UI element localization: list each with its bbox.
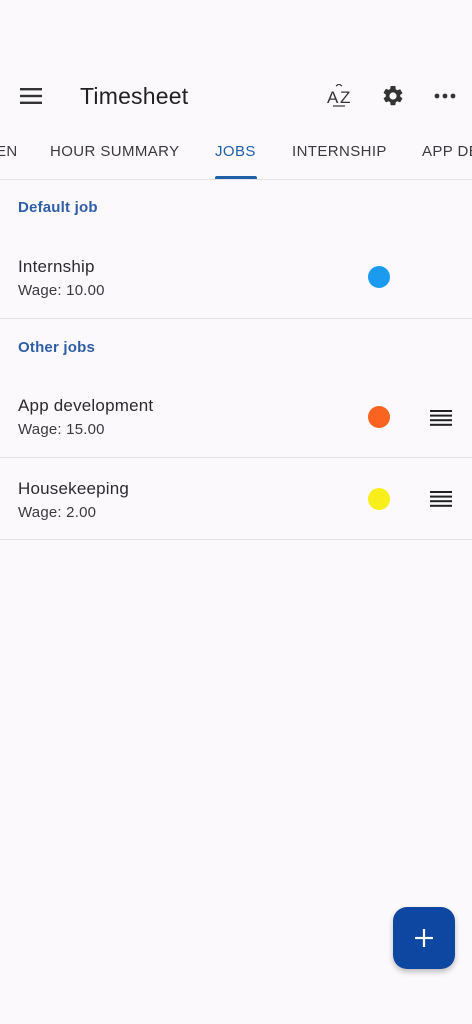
gear-icon xyxy=(383,85,403,106)
menu-icon xyxy=(20,88,42,104)
tab-indicator xyxy=(215,176,257,179)
job-name: App development xyxy=(18,396,154,415)
job-row-app-development[interactable]: App development Wage: 15.00 xyxy=(0,379,472,457)
tab-internship[interactable]: INTERNSHIP xyxy=(292,136,387,180)
more-options-button[interactable] xyxy=(427,78,463,114)
section-header-default-job: Default job xyxy=(18,199,98,216)
status-bar xyxy=(0,0,472,56)
job-color-dot[interactable] xyxy=(368,488,390,510)
menu-button[interactable] xyxy=(16,80,46,112)
job-row-housekeeping[interactable]: Housekeeping Wage: 2.00 xyxy=(0,458,472,539)
drag-handle-icon[interactable] xyxy=(430,491,452,507)
settings-button[interactable] xyxy=(375,78,411,114)
svg-text:Z: Z xyxy=(340,88,350,107)
svg-text:A: A xyxy=(327,88,339,107)
section-header-other-jobs: Other jobs xyxy=(18,339,96,356)
job-wage: Wage: 10.00 xyxy=(18,282,105,299)
tab-en[interactable]: EN xyxy=(0,136,18,180)
drag-handle-icon[interactable] xyxy=(430,410,452,426)
app-title: Timesheet xyxy=(80,83,189,109)
plus-icon xyxy=(415,929,433,947)
add-job-button[interactable] xyxy=(393,907,455,969)
job-wage: Wage: 15.00 xyxy=(18,421,105,438)
job-row-internship[interactable]: Internship Wage: 10.00 xyxy=(0,240,472,318)
divider xyxy=(0,539,472,540)
tab-app-development[interactable]: APP DE xyxy=(422,136,472,180)
sort-button[interactable]: A Z xyxy=(322,78,358,114)
sort-az-icon: A Z xyxy=(327,84,350,107)
app-bar: Timesheet A Z xyxy=(0,56,472,136)
job-name: Housekeeping xyxy=(18,479,130,498)
tab-jobs[interactable]: JOBS xyxy=(215,136,256,180)
job-color-dot[interactable] xyxy=(368,266,390,288)
job-wage: Wage: 2.00 xyxy=(18,504,97,521)
job-name: Internship xyxy=(18,257,95,276)
more-horizontal-icon xyxy=(434,93,456,99)
divider xyxy=(0,318,472,319)
tab-hour-summary[interactable]: HOUR SUMMARY xyxy=(50,136,180,180)
job-color-dot[interactable] xyxy=(368,406,390,428)
